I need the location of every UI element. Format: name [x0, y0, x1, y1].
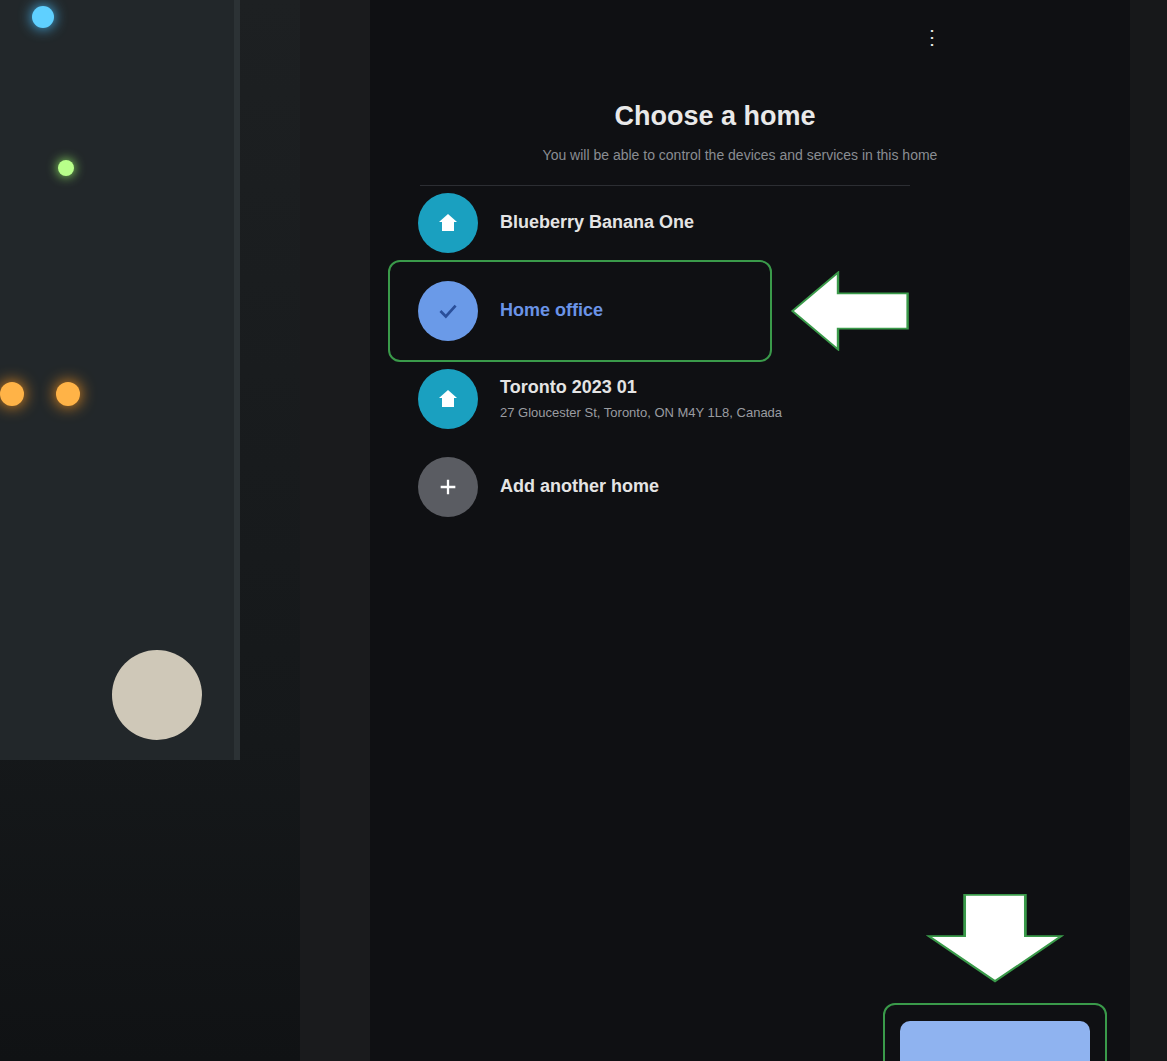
menu-button[interactable]: ⋮ — [370, 22, 1130, 52]
home-name: Add another home — [500, 473, 659, 500]
home-name: Toronto 2023 01 — [500, 374, 782, 401]
home-row[interactable]: Toronto 2023 0127 Gloucester St, Toronto… — [418, 368, 1130, 430]
house-icon — [418, 193, 478, 253]
board-photo — [0, 0, 300, 1061]
home-row[interactable]: Blueberry Banana One — [418, 192, 1130, 254]
divider — [420, 185, 910, 186]
home-text: Blueberry Banana One — [500, 209, 694, 236]
home-address: 27 Gloucester St, Toronto, ON M4Y 1L8, C… — [500, 403, 782, 423]
annotation-arrow-icon — [790, 271, 910, 351]
page-title: Choose a home — [370, 100, 1130, 132]
home-text: Home office — [500, 297, 603, 324]
home-name: Home office — [500, 297, 603, 324]
home-text: Add another home — [500, 473, 659, 500]
home-name: Blueberry Banana One — [500, 209, 694, 236]
annotation-box — [388, 260, 772, 362]
annotation-box — [883, 1003, 1107, 1061]
home-list: Blueberry Banana One Home office Toronto 2… — [370, 186, 1130, 518]
button-bar — [370, 1021, 1130, 1061]
house-icon — [418, 369, 478, 429]
page-subtitle: You will be able to control the devices … — [490, 146, 1010, 164]
annotation-arrow-icon — [926, 893, 1064, 983]
home-row[interactable]: Home office — [418, 280, 1130, 342]
plus-icon — [418, 457, 478, 517]
add-home-row[interactable]: Add another home — [418, 456, 1130, 518]
next-button[interactable] — [900, 1021, 1090, 1061]
phone-screen: ⋮ Choose a home You will be able to contro… — [370, 0, 1130, 1061]
check-icon — [418, 281, 478, 341]
home-text: Toronto 2023 0127 Gloucester St, Toronto… — [500, 374, 782, 423]
